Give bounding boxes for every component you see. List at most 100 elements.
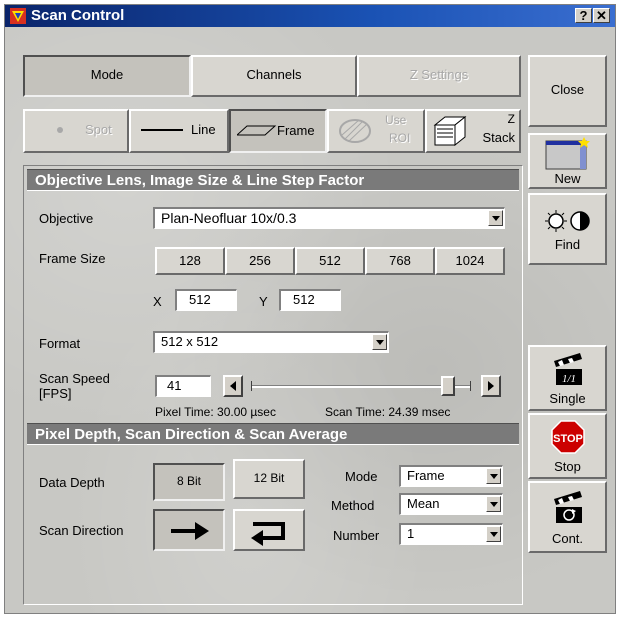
frame-label: Frame [277,123,315,138]
frame-icon [237,125,277,136]
help-button[interactable]: ? [575,8,592,23]
chevron-down-icon[interactable] [486,468,501,484]
spot-label: Spot [85,122,112,137]
y-label: Y [259,294,268,309]
frame-size-label: Frame Size [39,251,106,266]
new-label: New [554,171,581,186]
frame-size-128-button[interactable]: 128 [155,247,225,275]
average-number-dropdown[interactable]: 1 [399,523,503,545]
objective-value: Plan-Neofluar 10x/0.3 [161,210,297,226]
mode-spot-button[interactable]: Spot [23,109,129,153]
new-image-icon [545,137,590,170]
stop-button[interactable]: STOP Stop [528,413,607,479]
line-label: Line [191,122,216,137]
bidirectional-arrow-icon [251,522,285,546]
x-size-input[interactable]: 512 [175,289,237,311]
section-pixel-depth-header: Pixel Depth, Scan Direction & Scan Avera… [27,423,519,445]
find-button[interactable]: Find [528,193,607,265]
chevron-down-icon[interactable] [486,526,501,542]
window-title: Scan Control [31,7,125,24]
chevron-down-icon[interactable] [372,334,387,350]
slider-end-tick [470,381,471,391]
slider-right-button[interactable] [481,375,501,397]
average-mode-dropdown[interactable]: Frame [399,465,503,487]
frame-size-1024-label: 1024 [455,253,485,268]
app-icon [10,8,26,24]
mode-frame-button[interactable]: Frame [229,109,327,153]
single-scan-icon: 1/1 [554,353,582,385]
average-method-dropdown[interactable]: Mean [399,493,503,515]
slider-thumb[interactable] [441,376,455,396]
data-depth-label: Data Depth [39,475,105,490]
stop-sign-icon: STOP [551,420,585,454]
tab-mode-label: Mode [90,67,124,82]
z-stack-label-2: Stack [482,130,515,145]
objective-dropdown[interactable]: Plan-Neofluar 10x/0.3 [153,207,505,229]
scan-time: Scan Time: 24.39 msec [325,405,451,419]
close-label: Close [550,82,585,97]
close-button[interactable]: Close [528,55,607,127]
single-label: Single [549,391,586,406]
use-roi-label-2: ROI [389,131,411,145]
stop-sign-text: STOP [553,433,583,445]
svg-text:1/1: 1/1 [562,373,576,385]
format-label: Format [39,336,81,351]
close-window-button[interactable]: ✕ [593,8,610,23]
mode-line-button[interactable]: Line [129,109,229,153]
objective-label: Objective [39,211,94,226]
mode-z-stack-button[interactable]: Z Stack [425,109,521,153]
continuous-scan-icon [554,491,582,523]
frame-size-512-label: 512 [319,253,341,268]
frame-size-768-button[interactable]: 768 [365,247,435,275]
roi-icon [339,119,371,143]
pixel-time: Pixel Time: 30.00 µsec [155,405,276,419]
chevron-right-icon [488,381,494,391]
mode-use-roi-button[interactable]: Use ROI [327,109,425,153]
frame-size-256-button[interactable]: 256 [225,247,295,275]
12-bit-button[interactable]: 12 Bit [233,459,305,499]
tab-channels[interactable]: Channels [191,55,357,97]
scan-control-window: Scan Control ? ✕ Mode Channels Z Setting… [4,4,616,614]
cont-label: Cont. [551,531,584,546]
frame-size-1024-button[interactable]: 1024 [435,247,505,275]
section-objective-header: Objective Lens, Image Size & Line Step F… [27,169,519,191]
new-button[interactable]: New [528,133,607,189]
find-icon [545,210,590,232]
scan-speed-unit-label: [FPS] [39,386,72,401]
tab-z-settings-label: Z Settings [409,67,469,82]
spot-icon [57,127,63,133]
scan-direction-bidirectional-button[interactable] [233,509,305,551]
slider-start-tick [251,381,252,391]
slider-track [251,385,471,388]
8-bit-button[interactable]: 8 Bit [153,463,225,501]
scan-speed-slider[interactable] [251,376,471,396]
line-icon [141,129,183,131]
frame-size-512-button[interactable]: 512 [295,247,365,275]
average-number-value: 1 [407,526,415,541]
mode-label: Mode [345,469,378,484]
x-label: X [153,294,162,309]
scan-speed-input[interactable]: 41 [155,375,211,397]
y-size-value: 512 [293,292,315,307]
chevron-down-icon[interactable] [488,210,503,226]
arrow-right-icon [171,522,209,540]
frame-size-768-label: 768 [389,253,411,268]
tab-z-settings[interactable]: Z Settings [357,55,521,97]
single-button[interactable]: 1/1 Single [528,345,607,411]
average-method-value: Mean [407,496,440,511]
frame-size-128-label: 128 [179,253,201,268]
format-dropdown[interactable]: 512 x 512 [153,331,389,353]
tab-mode[interactable]: Mode [23,55,191,97]
use-roi-label-1: Use [385,113,407,127]
scan-direction-unidirectional-button[interactable] [153,509,225,551]
chevron-down-icon[interactable] [486,496,501,512]
slider-left-button[interactable] [223,375,243,397]
scan-speed-label: Scan Speed [39,371,110,386]
frame-size-256-label: 256 [249,253,271,268]
tab-channels-label: Channels [246,67,302,82]
continuous-button[interactable]: Cont. [528,481,607,553]
title-bar[interactable]: Scan Control ? ✕ [5,5,615,27]
find-label: Find [554,237,581,252]
y-size-input[interactable]: 512 [279,289,341,311]
x-size-value: 512 [189,292,211,307]
